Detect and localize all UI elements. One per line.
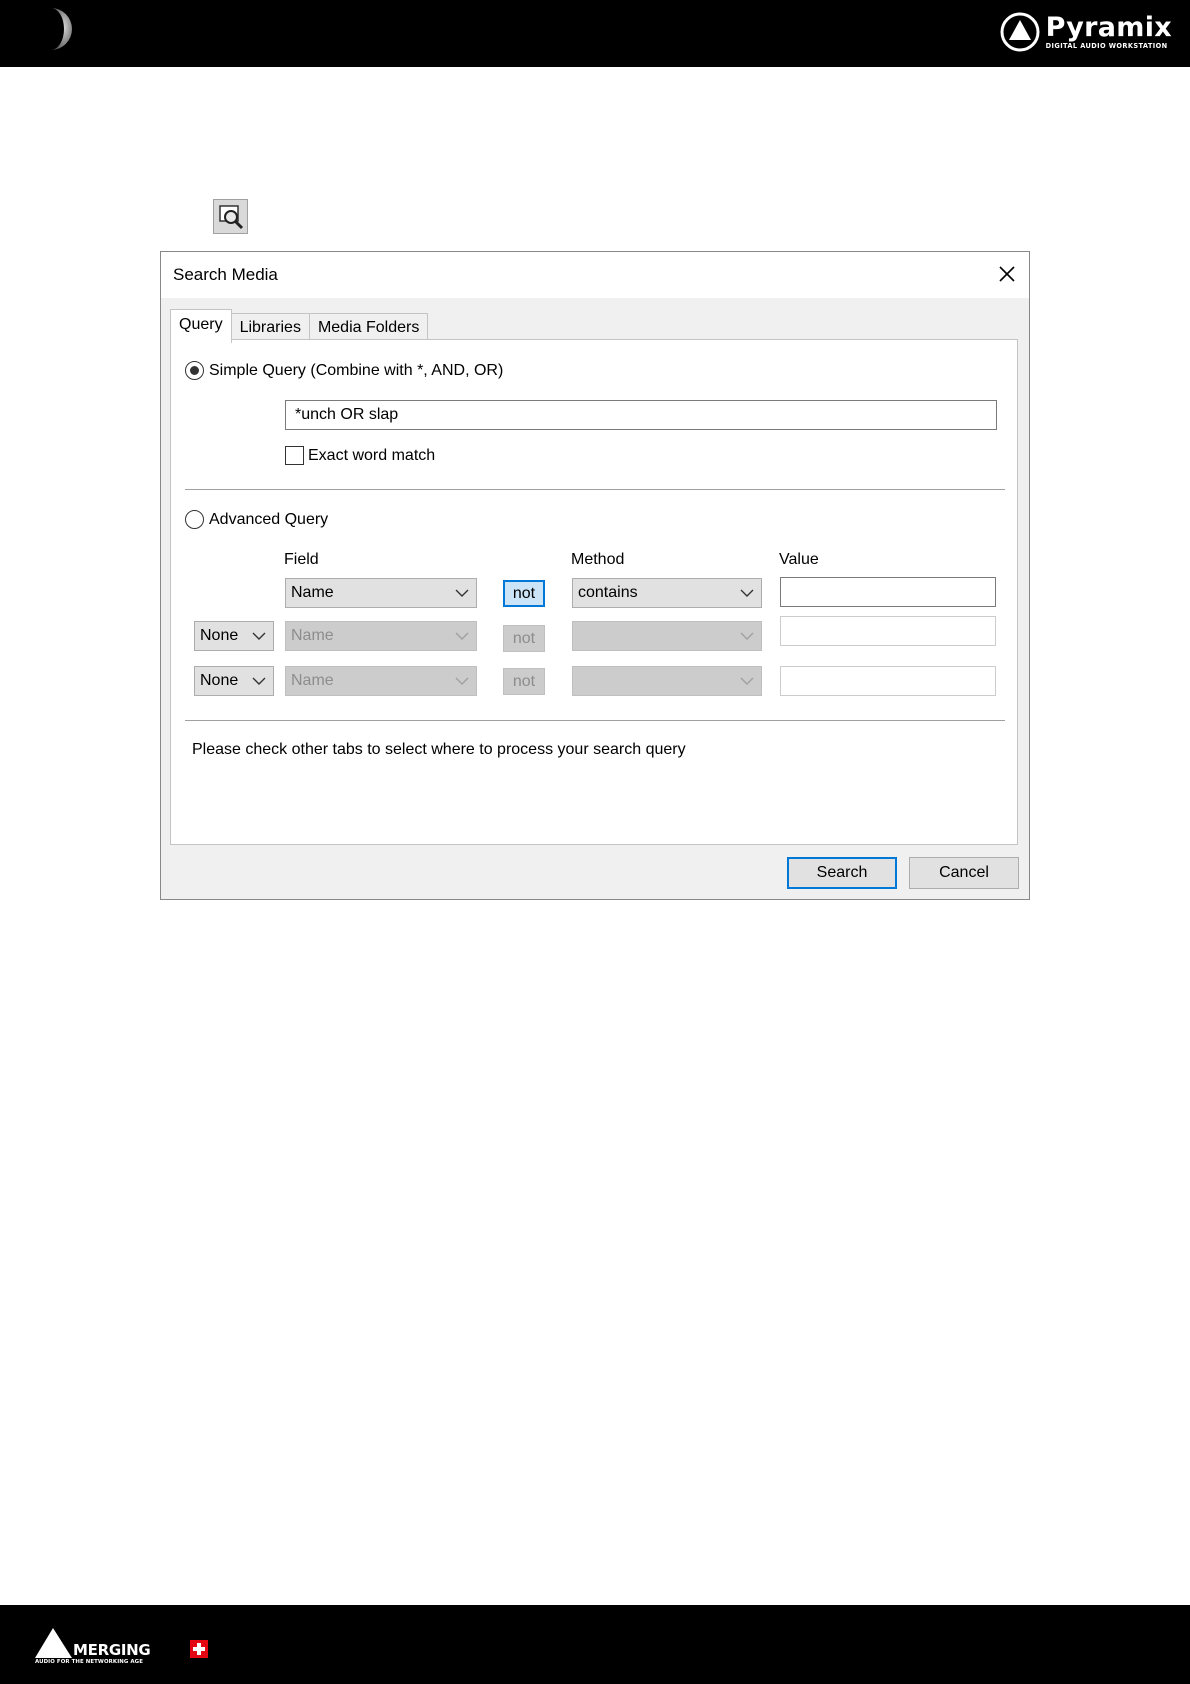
not-toggle[interactable]: not [503,625,545,652]
value-input[interactable] [780,577,996,607]
pyramix-logo: Pyramix DIGITAL AUDIO WORKSTATION [1000,12,1172,52]
brand-name: Pyramix [1045,12,1172,43]
moon-icon [51,8,72,50]
field-select[interactable]: Name [285,578,477,608]
method-select[interactable] [572,666,762,696]
header-bar: Pyramix DIGITAL AUDIO WORKSTATION [0,0,1190,67]
chevron-down-icon [252,677,266,685]
tab-query[interactable]: Query [170,309,232,343]
value-column-header: Value [779,551,819,568]
swiss-flag-icon [190,1640,208,1658]
operator-select[interactable]: None [194,666,274,696]
not-toggle[interactable]: not [503,668,545,695]
field-column-header: Field [284,551,319,568]
hint-text: Please check other tabs to select where … [192,741,686,758]
advanced-query-radio[interactable] [185,510,204,529]
method-select[interactable]: contains [572,578,762,608]
field-select-value: Name [291,627,334,644]
operator-select-value: None [200,672,239,689]
chevron-down-icon [252,632,266,640]
value-input[interactable] [780,666,996,696]
method-select[interactable] [572,621,762,651]
tab-strip: Query Libraries Media Folders [170,309,429,343]
pyramix-triangle-icon [1000,12,1040,52]
search-media-dialog: Search Media Query Libraries Media Folde… [160,251,1030,900]
cancel-button[interactable]: Cancel [909,857,1019,889]
tab-libraries[interactable]: Libraries [231,313,310,341]
advanced-query-label: Advanced Query [209,511,329,528]
operator-select[interactable]: None [194,621,274,651]
separator [185,720,1005,722]
field-select[interactable]: Name [285,621,477,651]
field-select-value: Name [291,672,334,689]
method-column-header: Method [571,551,625,568]
dialog-title: Search Media [173,265,278,284]
brand-tagline: DIGITAL AUDIO WORKSTATION [1045,42,1168,50]
dialog-title-bar: Search Media [161,252,1029,298]
simple-query-label: Simple Query (Combine with *, AND, OR) [209,362,504,379]
chevron-down-icon [455,632,469,640]
method-select-value: contains [578,584,638,601]
exact-word-match-label: Exact word match [308,447,436,464]
footer-bar: MERGING AUDIO FOR THE NETWORKING AGE [0,1605,1190,1684]
separator [185,489,1005,491]
value-input[interactable] [780,616,996,646]
merging-brand-name: MERGING [73,1641,151,1659]
search-media-toolbar-button[interactable] [213,199,248,234]
close-icon[interactable] [995,262,1019,286]
merging-triangle-icon [35,1628,72,1658]
chevron-down-icon [455,677,469,685]
simple-query-radio[interactable] [185,361,204,380]
chevron-down-icon [740,632,754,640]
chevron-down-icon [740,589,754,597]
query-tab-panel: Simple Query (Combine with *, AND, OR) *… [170,339,1018,845]
operator-select-value: None [200,627,239,644]
merging-tagline: AUDIO FOR THE NETWORKING AGE [35,1659,143,1665]
merging-logo: MERGING AUDIO FOR THE NETWORKING AGE [35,1627,215,1673]
field-select-value: Name [291,584,334,601]
tab-media-folders[interactable]: Media Folders [309,313,429,341]
magnifier-icon [219,205,244,230]
field-select[interactable]: Name [285,666,477,696]
chevron-down-icon [455,589,469,597]
chevron-down-icon [740,677,754,685]
simple-query-input[interactable]: *unch OR slap [285,400,997,430]
search-button[interactable]: Search [787,857,897,889]
exact-word-match-checkbox[interactable] [285,446,304,465]
not-toggle[interactable]: not [503,580,545,607]
